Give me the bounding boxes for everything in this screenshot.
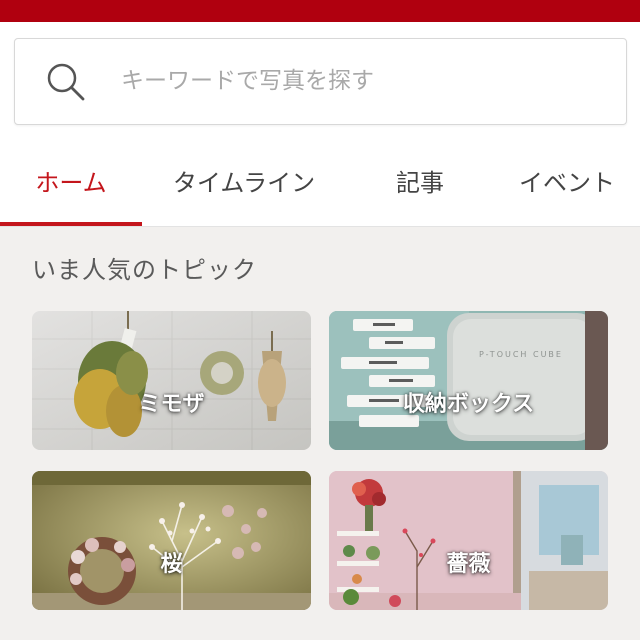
search-box[interactable] bbox=[14, 38, 627, 125]
tab-home[interactable]: ホーム bbox=[0, 140, 142, 226]
search-icon bbox=[47, 63, 85, 101]
status-bar bbox=[0, 0, 640, 22]
topic-card-rose[interactable]: 薔薇 bbox=[329, 471, 608, 610]
topic-card-mimosa[interactable]: ミモザ bbox=[32, 311, 311, 450]
topic-card-storage-box[interactable]: P-TOUCH CUBE 収納ボックス bbox=[329, 311, 608, 450]
topic-label: 収納ボックス bbox=[402, 391, 535, 417]
topic-label: 桜 bbox=[160, 551, 183, 577]
tab-articles[interactable]: 記事 bbox=[346, 140, 494, 226]
active-tab-indicator bbox=[0, 222, 142, 226]
topic-card-sakura[interactable]: 桜 bbox=[32, 471, 311, 610]
tab-bar: ホーム タイムライン 記事 イベント bbox=[0, 140, 640, 227]
search-input[interactable] bbox=[121, 61, 601, 101]
tab-timeline[interactable]: タイムライン bbox=[142, 140, 346, 226]
topic-label: ミモザ bbox=[138, 391, 205, 417]
tab-events[interactable]: イベント bbox=[494, 140, 640, 226]
section-title: いま人気のトピック bbox=[32, 256, 257, 284]
search-area bbox=[0, 22, 640, 140]
topic-label: 薔薇 bbox=[446, 551, 491, 577]
